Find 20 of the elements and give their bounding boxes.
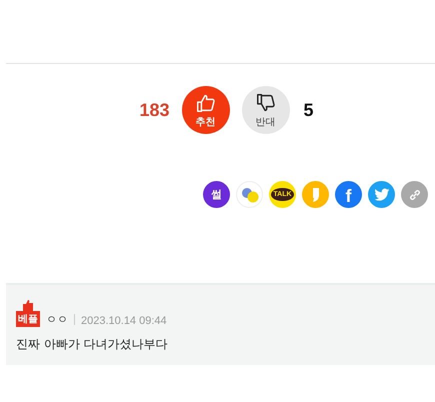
bird-icon (374, 188, 390, 202)
share-button[interactable] (236, 181, 263, 208)
comment-time: 2023.10.14 09:44 (81, 315, 167, 327)
oppose-count: 5 (304, 100, 314, 120)
link-icon (408, 188, 422, 202)
copy-link-button[interactable] (401, 181, 428, 208)
thumbs-down-icon (254, 92, 277, 114)
comment-author: ㅇㅇ (46, 312, 68, 327)
oppose-button[interactable]: 반대 (242, 86, 290, 134)
comma-icon (310, 186, 320, 202)
share-button[interactable] (302, 181, 329, 208)
best-comment-badge: 베플 (16, 311, 40, 327)
share-button[interactable]: f (335, 181, 362, 208)
thumbs-up-icon (22, 299, 34, 311)
overlapping-circles-icon (240, 186, 258, 202)
recommend-count: 183 (139, 100, 170, 120)
share-button[interactable] (368, 181, 395, 208)
comment-text: 진짜 아빠가 다녀가셨나부다 (16, 336, 169, 353)
recommend-button[interactable]: 추천 (182, 86, 230, 134)
share-button[interactable]: 썰 (203, 181, 230, 208)
